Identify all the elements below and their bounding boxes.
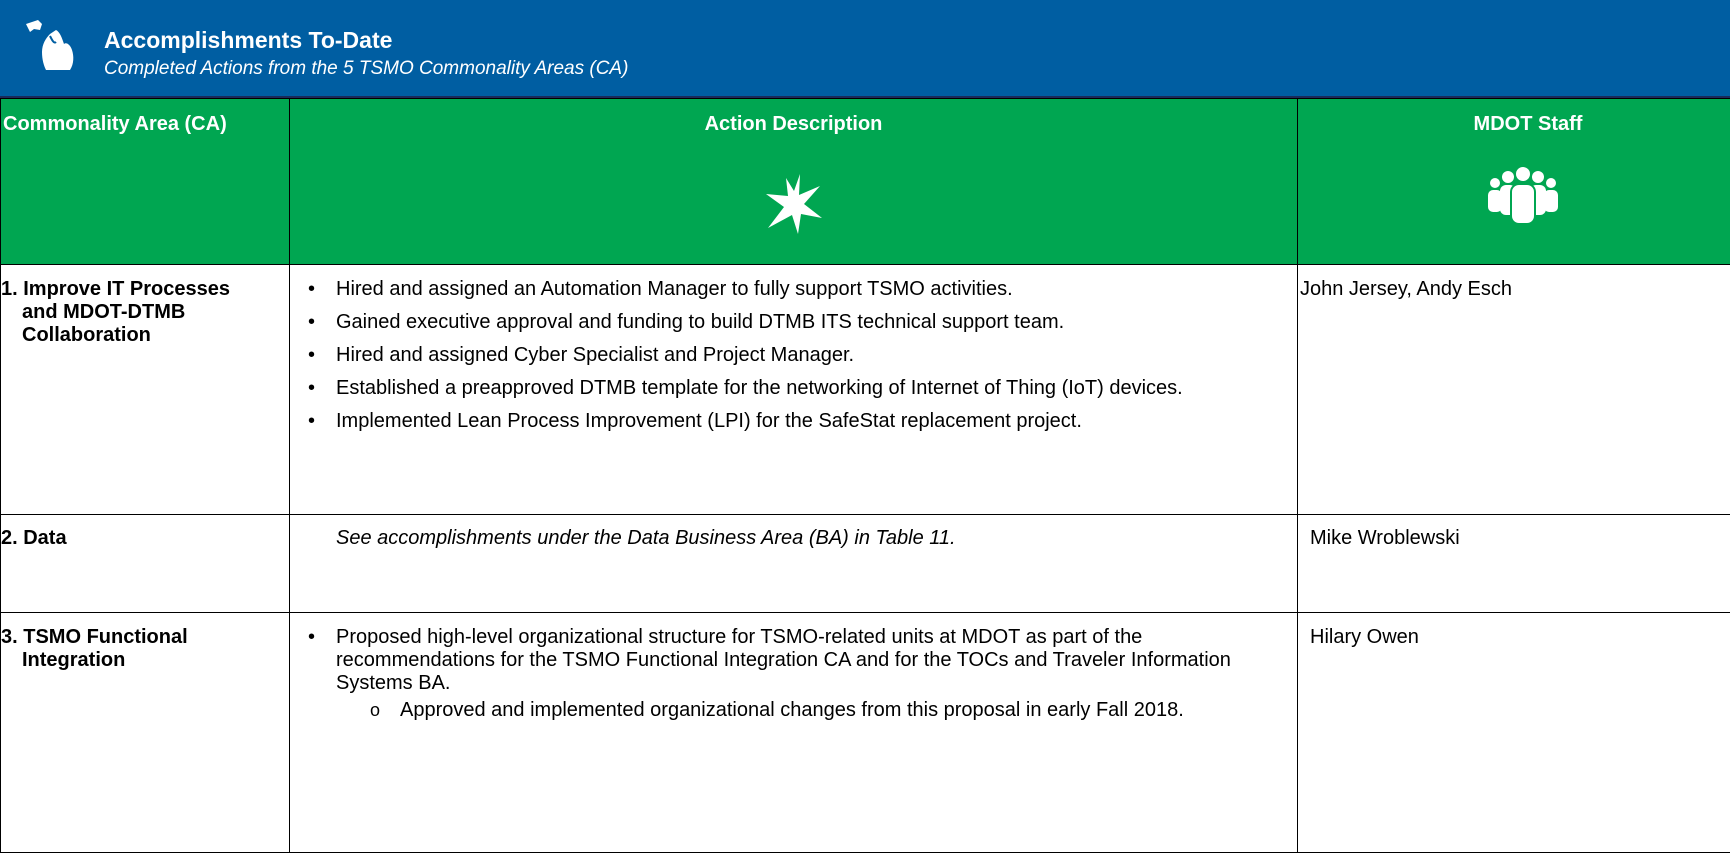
page-title: Accomplishments To-Date — [104, 27, 392, 54]
sub-list-item: Approved and implemented organizational … — [290, 699, 1297, 722]
michigan-state-icon — [20, 14, 84, 78]
commonality-area-cell: 3. TSMO Functional Integration — [1, 613, 290, 853]
mdot-staff-cell: Hilary Owen — [1298, 613, 1730, 853]
header-commonality-area: Commonality Area (CA) — [1, 99, 290, 265]
mdot-staff-cell: Mike Wroblewski — [1298, 515, 1730, 613]
list-item: Hired and assigned Cyber Specialist and … — [290, 344, 1297, 367]
table-header-row: Commonality Area (CA) Action Description… — [1, 99, 1730, 265]
list-item: Implemented Lean Process Improvement (LP… — [290, 410, 1297, 433]
action-description-cell: Proposed high-level organizational struc… — [290, 613, 1298, 853]
accomplishments-table: Commonality Area (CA) Action Description… — [0, 98, 1730, 853]
starburst-icon — [766, 174, 822, 234]
list-item: Proposed high-level organizational struc… — [290, 626, 1297, 722]
header-action-description: Action Description — [290, 99, 1298, 265]
action-description-cell: Hired and assigned an Automation Manager… — [290, 265, 1298, 515]
commonality-area-cell: 1. Improve IT Processes and MDOT-DTMB Co… — [1, 265, 290, 515]
table-row: 3. TSMO Functional Integration Proposed … — [1, 613, 1730, 853]
header-banner: Accomplishments To-Date Completed Action… — [0, 0, 1730, 98]
table-row: 1. Improve IT Processes and MDOT-DTMB Co… — [1, 265, 1730, 515]
header-mdot-staff: MDOT Staff — [1298, 99, 1730, 265]
list-item: Established a preapproved DTMB template … — [290, 377, 1297, 400]
list-item: Gained executive approval and funding to… — [290, 311, 1297, 334]
table-row: 2. Data See accomplishments under the Da… — [1, 515, 1730, 613]
mdot-staff-cell: John Jersey, Andy Esch — [1298, 265, 1730, 515]
list-item: Hired and assigned an Automation Manager… — [290, 278, 1297, 301]
action-description-cell: See accomplishments under the Data Busin… — [290, 515, 1298, 613]
page-subtitle: Completed Actions from the 5 TSMO Common… — [104, 58, 628, 80]
people-group-icon — [1486, 166, 1560, 224]
commonality-area-cell: 2. Data — [1, 515, 290, 613]
